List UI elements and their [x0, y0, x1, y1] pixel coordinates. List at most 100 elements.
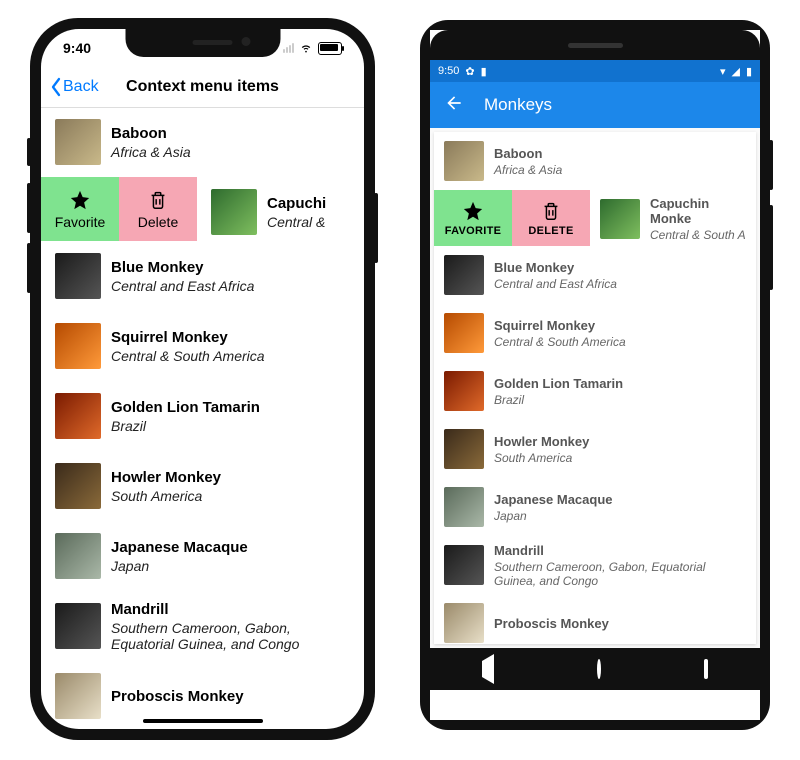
monkey-thumbnail: [211, 189, 257, 235]
delete-label: Delete: [138, 214, 178, 230]
nav-recents-key[interactable]: [704, 661, 708, 677]
monkey-location: Central and East Africa: [111, 278, 254, 294]
iphone-notch: [125, 29, 280, 57]
ios-status-time: 9:40: [63, 40, 91, 56]
monkey-location: Africa & Asia: [111, 144, 191, 160]
list-item[interactable]: Squirrel Monkey Central & South America: [434, 304, 756, 362]
monkey-name: Japanese Macaque: [111, 539, 248, 556]
monkey-name: Baboon: [111, 125, 191, 142]
monkey-name: Proboscis Monkey: [494, 616, 609, 631]
monkey-location: Brazil: [494, 393, 623, 407]
monkey-thumbnail: [444, 371, 484, 411]
monkey-location: Brazil: [111, 418, 260, 434]
monkey-thumbnail: [55, 119, 101, 165]
monkey-name: Capuchin Monke: [650, 196, 746, 226]
android-status-time: 9:50: [438, 65, 459, 77]
monkey-thumbnail: [444, 313, 484, 353]
monkey-name: Howler Monkey: [494, 434, 589, 449]
list-item[interactable]: Howler Monkey South America: [434, 420, 756, 478]
monkey-thumbnail: [55, 393, 101, 439]
list-item-swiped[interactable]: Favorite Delete Capuchi Central &: [41, 177, 364, 241]
wifi-icon: ▾: [720, 65, 726, 78]
list-item-swiped[interactable]: FAVORITE DELETE Capuchin Monke Central & So…: [434, 190, 756, 246]
list-item[interactable]: Squirrel Monkey Central & South America: [41, 311, 364, 381]
monkey-thumbnail: [55, 463, 101, 509]
monkey-location: Japan: [494, 509, 613, 523]
list-item[interactable]: Blue Monkey Central and East Africa: [41, 241, 364, 311]
cellular-icon: ◢: [731, 65, 739, 78]
monkey-name: Mandrill: [494, 543, 746, 558]
arrow-left-icon: [444, 93, 464, 113]
monkey-name: Squirrel Monkey: [111, 329, 265, 346]
monkey-thumbnail: [55, 533, 101, 579]
trash-icon: [540, 200, 562, 222]
android-device-frame: 9:50 ✿ ▮ ▾ ◢ ▮ Monkeys BaboonAfrica & As…: [420, 20, 770, 730]
monkey-list[interactable]: BaboonAfrica & AsiaFAVORITEDELETECapuchi…: [434, 132, 756, 644]
android-nav-keys: [430, 648, 760, 690]
monkey-thumbnail: [444, 487, 484, 527]
monkey-location: South America: [111, 488, 221, 504]
nav-home-key[interactable]: [597, 661, 601, 677]
monkey-list[interactable]: Baboon Africa & Asia Favorite Delete Capuchi…: [41, 107, 364, 729]
monkey-name: Capuchi: [267, 195, 326, 212]
gear-icon: ✿: [465, 65, 474, 78]
monkey-thumbnail: [444, 255, 484, 295]
list-item[interactable]: Japanese MacaqueJapan: [41, 521, 364, 591]
monkey-name: Howler Monkey: [111, 469, 221, 486]
list-item[interactable]: Capuchi Central &: [197, 177, 364, 241]
back-button[interactable]: [444, 93, 464, 118]
favorite-action[interactable]: Favorite: [41, 177, 119, 241]
list-item[interactable]: Golden Lion TamarinBrazil: [434, 362, 756, 420]
star-icon: [462, 200, 484, 222]
list-item[interactable]: Golden Lion Tamarin Brazil: [41, 381, 364, 451]
monkey-thumbnail: [444, 429, 484, 469]
monkey-name: Squirrel Monkey: [494, 318, 626, 333]
monkey-location: Central & South America: [494, 335, 626, 349]
monkey-thumbnail: [55, 603, 101, 649]
list-item[interactable]: Japanese MacaqueJapan: [434, 478, 756, 536]
monkey-location: South America: [494, 451, 589, 465]
nav-back-key[interactable]: [482, 661, 494, 677]
list-item[interactable]: Blue MonkeyCentral and East Africa: [434, 246, 756, 304]
monkey-thumbnail: [55, 253, 101, 299]
android-status-bar: 9:50 ✿ ▮ ▾ ◢ ▮: [430, 60, 760, 82]
list-item[interactable]: Baboon Africa & Asia: [41, 107, 364, 177]
star-icon: [69, 189, 91, 211]
monkey-location: Central & South A: [650, 228, 746, 242]
delete-action[interactable]: DELETE: [512, 190, 590, 246]
monkey-thumbnail: [444, 603, 484, 643]
monkey-name: Blue Monkey: [111, 259, 254, 276]
monkey-name: Baboon: [494, 146, 562, 161]
list-item[interactable]: Capuchin Monke Central & South A: [590, 190, 756, 246]
wifi-icon: [299, 40, 313, 57]
back-button[interactable]: Back: [41, 77, 99, 97]
monkey-thumbnail: [55, 673, 101, 719]
favorite-action[interactable]: FAVORITE: [434, 190, 512, 246]
chevron-left-icon: [49, 77, 63, 97]
list-item[interactable]: Proboscis Monkey: [434, 594, 756, 644]
android-speaker: [430, 30, 760, 60]
monkey-location: Southern Cameroon, Gabon, Equatorial Gui…: [494, 560, 746, 588]
monkey-name: Golden Lion Tamarin: [111, 399, 260, 416]
back-label: Back: [63, 78, 99, 96]
iphone-device-frame: 9:40 Back Context menu items Baboon Afric…: [30, 18, 375, 740]
trash-icon: [147, 189, 169, 211]
list-item[interactable]: Mandrill Southern Cameroon, Gabon, Equato…: [41, 591, 364, 661]
list-item[interactable]: Mandrill Southern Cameroon, Gabon, Equato…: [434, 536, 756, 594]
storage-icon: ▮: [481, 65, 487, 78]
monkey-location: Central &: [267, 214, 326, 230]
home-indicator[interactable]: [143, 719, 263, 723]
delete-action[interactable]: Delete: [119, 177, 197, 241]
cellular-icon: [283, 43, 294, 53]
monkey-thumbnail: [444, 545, 484, 585]
monkey-name: Proboscis Monkey: [111, 688, 244, 705]
ios-nav-bar: Back Context menu items: [41, 67, 364, 108]
monkey-location: Central & South America: [111, 348, 265, 364]
list-item[interactable]: Howler Monkey South America: [41, 451, 364, 521]
monkey-name: Mandrill: [111, 601, 350, 618]
favorite-label: FAVORITE: [445, 225, 502, 237]
battery-icon: [318, 42, 342, 55]
monkey-location: Southern Cameroon, Gabon, Equatorial Gui…: [111, 620, 350, 652]
list-item[interactable]: BaboonAfrica & Asia: [434, 132, 756, 190]
monkey-thumbnail: [444, 141, 484, 181]
